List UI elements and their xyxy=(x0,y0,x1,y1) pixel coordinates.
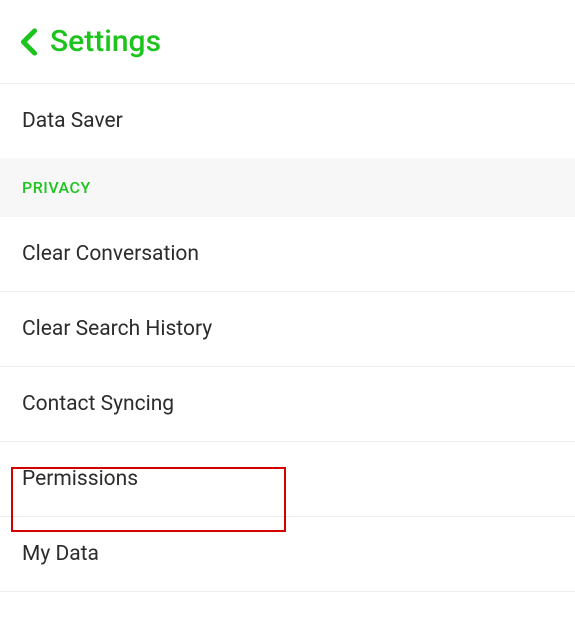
list-item-clear-search-history[interactable]: Clear Search History xyxy=(0,292,575,366)
header: Settings xyxy=(0,0,575,83)
list-item-permissions[interactable]: Permissions xyxy=(0,442,575,516)
back-icon[interactable] xyxy=(20,28,38,56)
list-item-clear-conversation[interactable]: Clear Conversation xyxy=(0,217,575,291)
list-item-my-data[interactable]: My Data xyxy=(0,517,575,591)
page-title: Settings xyxy=(50,24,161,59)
settings-list: Data Saver PRIVACY Clear Conversation Cl… xyxy=(0,84,575,592)
settings-screen: Settings Data Saver PRIVACY Clear Conver… xyxy=(0,0,575,592)
list-item-data-saver[interactable]: Data Saver xyxy=(0,84,575,158)
list-item-contact-syncing[interactable]: Contact Syncing xyxy=(0,367,575,441)
section-header-privacy: PRIVACY xyxy=(0,158,575,217)
divider xyxy=(0,591,575,592)
